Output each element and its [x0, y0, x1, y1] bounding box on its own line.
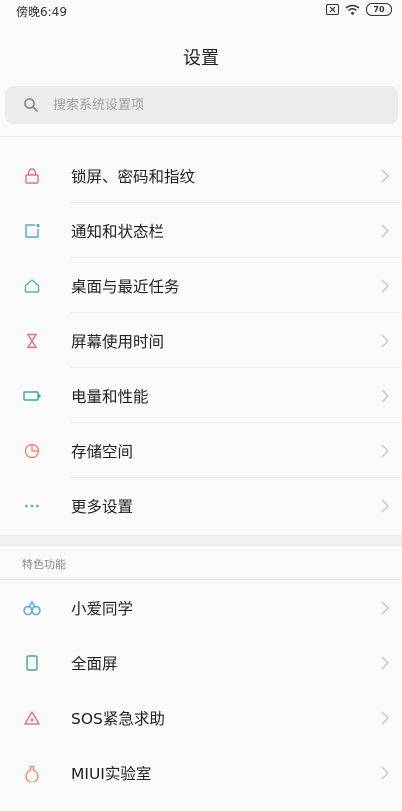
chevron-right-icon: [381, 224, 389, 237]
settings-item-fullscreen[interactable]: 全面屏: [0, 635, 402, 690]
settings-item-label: SOS紧急求助: [71, 709, 165, 728]
settings-item-more-settings[interactable]: 更多设置: [0, 478, 402, 533]
settings-item-label: 锁屏、密码和指纹: [71, 167, 196, 186]
status-bar: 傍晚6:49 70: [0, 0, 402, 20]
search-input[interactable]: [51, 96, 355, 114]
mute-icon: [326, 4, 339, 15]
settings-item-label: 存储空间: [71, 442, 134, 461]
settings-item-label: 更多设置: [71, 497, 134, 516]
storage-icon: [21, 440, 43, 462]
settings-item-screen-time[interactable]: 屏幕使用时间: [0, 313, 402, 368]
settings-item-label: 小爱同学: [71, 599, 134, 618]
wifi-icon: [345, 4, 360, 15]
section-divider: [0, 535, 402, 546]
chevron-right-icon: [381, 169, 389, 182]
search-bar[interactable]: [5, 86, 398, 124]
status-icons: 70: [326, 3, 392, 16]
settings-item-battery[interactable]: 电量和性能: [0, 368, 402, 423]
xiaoai-icon: [21, 597, 43, 619]
chevron-right-icon: [381, 334, 389, 347]
settings-item-label: MIUI实验室: [71, 764, 152, 783]
chevron-right-icon: [381, 444, 389, 457]
lock-icon: [21, 165, 43, 187]
chevron-right-icon: [381, 656, 389, 669]
battery-icon: [21, 385, 43, 407]
settings-item-storage[interactable]: 存储空间: [0, 423, 402, 478]
chevron-right-icon: [381, 711, 389, 724]
chevron-right-icon: [381, 389, 389, 402]
settings-list: 锁屏、密码和指纹 通知和状态栏 桌面与最近任务 屏幕使用时间 电量和性能 存储空…: [0, 148, 402, 533]
settings-item-home-screen[interactable]: 桌面与最近任务: [0, 258, 402, 313]
battery-indicator: 70: [366, 3, 392, 16]
divider: [0, 136, 402, 137]
fullscreen-icon: [21, 652, 43, 674]
chevron-right-icon: [381, 766, 389, 779]
settings-item-xiaoai[interactable]: 小爱同学: [0, 580, 402, 635]
page-title: 设置: [183, 48, 219, 69]
settings-item-label: 全面屏: [71, 654, 118, 673]
settings-item-label: 通知和状态栏: [71, 222, 165, 241]
chevron-right-icon: [381, 499, 389, 512]
settings-item-label: 屏幕使用时间: [71, 332, 165, 351]
settings-item-lock-password[interactable]: 锁屏、密码和指纹: [0, 148, 402, 203]
home-icon: [21, 275, 43, 297]
chevron-right-icon: [381, 279, 389, 292]
lab-icon: [21, 762, 43, 784]
status-time: 傍晚6:49: [16, 5, 67, 19]
sos-icon: [21, 707, 43, 729]
settings-item-sos[interactable]: SOS紧急求助: [0, 690, 402, 745]
settings-item-miui-lab[interactable]: MIUI实验室: [0, 745, 402, 800]
settings-item-label: 桌面与最近任务: [71, 277, 180, 296]
section-header-special-features: 特色功能: [22, 558, 66, 571]
settings-item-notification[interactable]: 通知和状态栏: [0, 203, 402, 258]
special-features-list: 小爱同学 全面屏 SOS紧急求助 MIUI实验室: [0, 580, 402, 800]
notification-icon: [21, 220, 43, 242]
more-icon: [21, 495, 43, 517]
search-icon: [24, 98, 38, 112]
hourglass-icon: [21, 330, 43, 352]
settings-item-label: 电量和性能: [71, 387, 149, 406]
chevron-right-icon: [381, 601, 389, 614]
